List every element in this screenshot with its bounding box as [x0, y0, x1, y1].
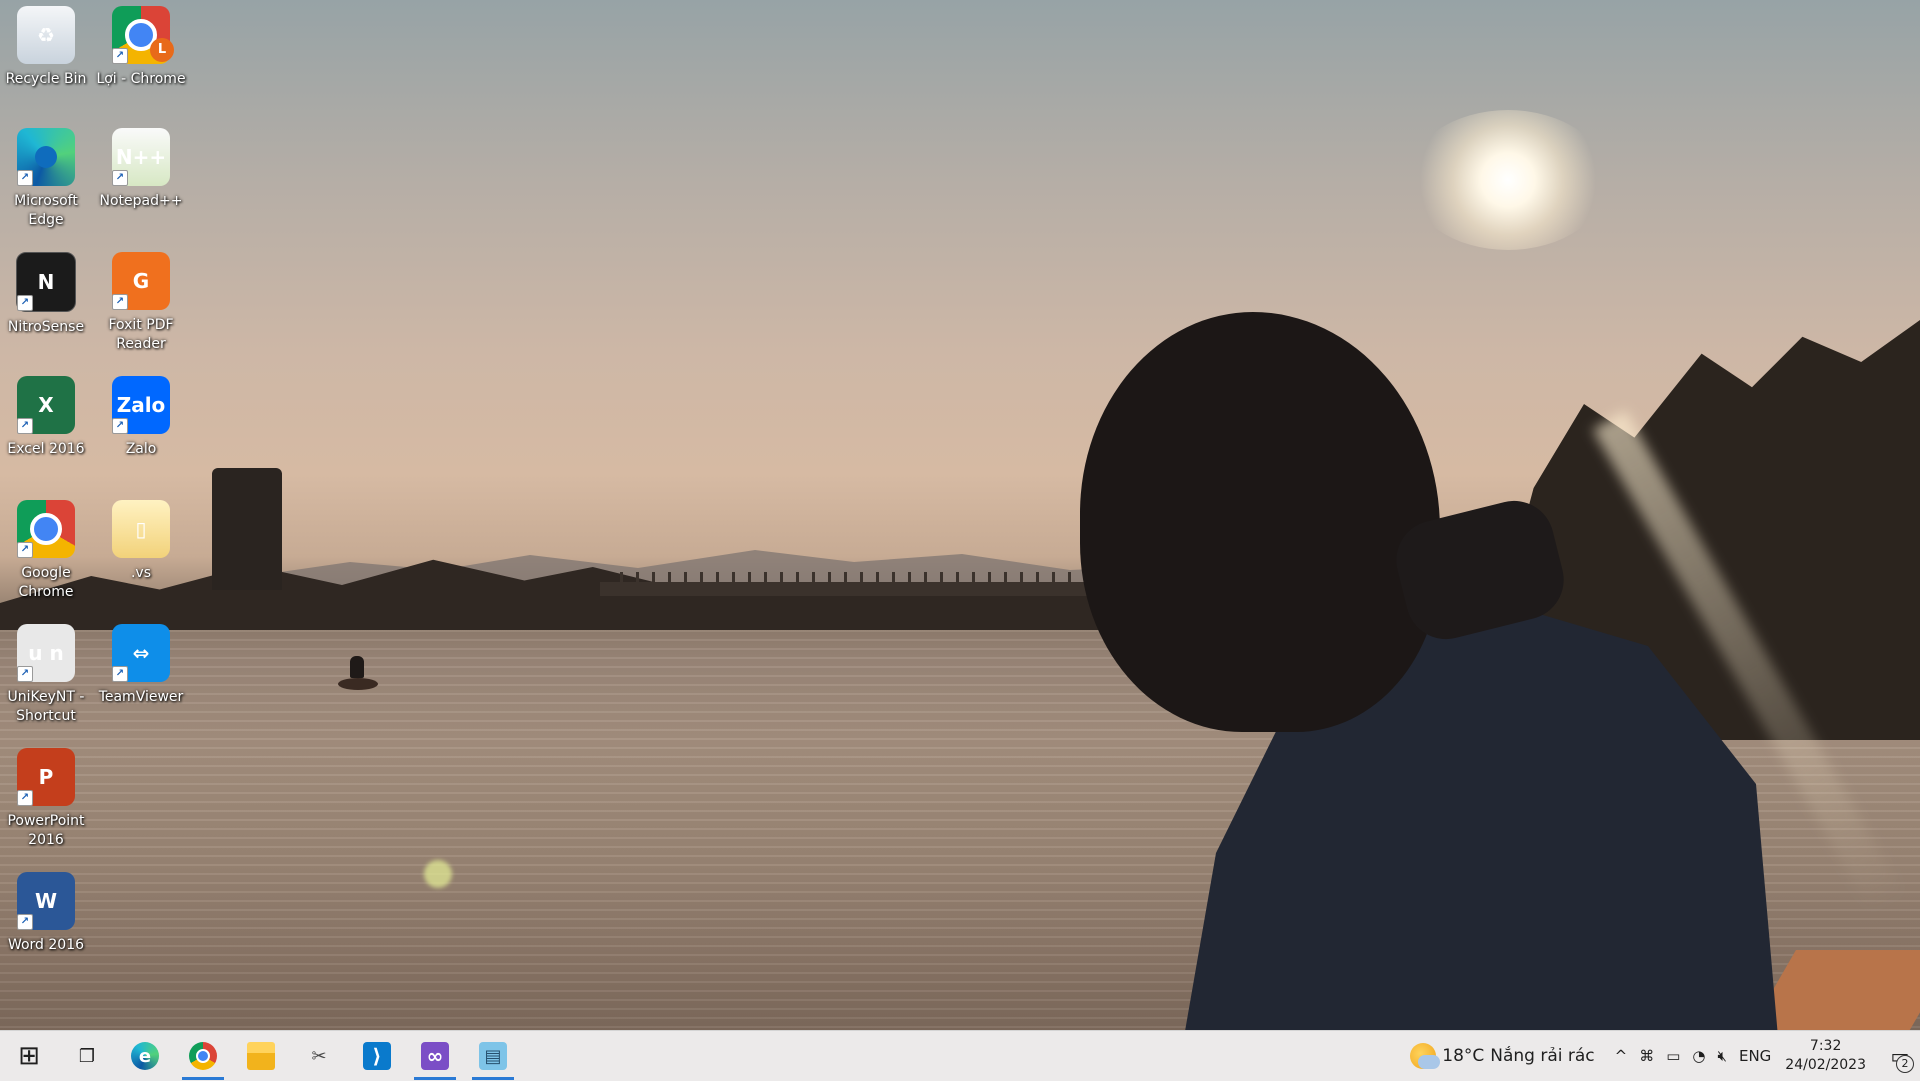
desktop-icon-notepad-plus-plus[interactable]: N++ ↗ Notepad++ [95, 128, 187, 211]
notepad-taskbar-button[interactable]: ▤ [464, 1031, 522, 1081]
chrome-icon [189, 1042, 217, 1070]
folder-icon [247, 1042, 275, 1070]
chrome-profile-icon: L ↗ [112, 6, 174, 64]
volume-muted-icon[interactable]: 🔇︎ [1718, 1047, 1727, 1065]
notepad-plus-plus-icon: N++ ↗ [112, 128, 170, 186]
weather-temp: 18°C [1442, 1046, 1485, 1066]
file-explorer-taskbar-button[interactable] [232, 1031, 290, 1081]
unikey-icon: u n ↗ [17, 624, 75, 682]
clock[interactable]: 7:32 24/02/2023 [1785, 1037, 1866, 1075]
recycle-bin-icon: ♻ [17, 6, 75, 64]
desktop-icon-loi-chrome[interactable]: L ↗ Lợi - Chrome [95, 6, 187, 89]
icon-label: Notepad++ [99, 193, 183, 209]
desktop-icon-teamviewer[interactable]: ⇔ ↗ TeamViewer [95, 624, 187, 707]
battery-icon[interactable]: ▭ [1666, 1047, 1680, 1065]
shortcut-arrow-icon: ↗ [112, 418, 128, 434]
icon-label: .vs [130, 565, 152, 581]
powerpoint-icon: P ↗ [17, 748, 75, 806]
icon-label: Foxit PDF Reader [108, 317, 174, 352]
word-icon: W ↗ [17, 872, 75, 930]
icon-label: PowerPoint 2016 [7, 813, 85, 848]
windows-logo-icon: ⊞ [18, 1041, 40, 1071]
desktop-icon-word[interactable]: W ↗ Word 2016 [0, 872, 92, 955]
clock-date: 24/02/2023 [1785, 1057, 1866, 1073]
desktop-icon-edge[interactable]: ↗ Microsoft Edge [0, 128, 92, 230]
icon-label: Word 2016 [7, 937, 85, 953]
shortcut-arrow-icon: ↗ [17, 170, 33, 186]
bridge [600, 582, 1120, 596]
teamviewer-icon: ⇔ ↗ [112, 624, 170, 682]
task-view-button[interactable]: ❐ [58, 1031, 116, 1081]
clock-time: 7:32 [1809, 1038, 1842, 1054]
edge-icon: e [131, 1042, 159, 1070]
chrome-icon: ↗ [17, 500, 75, 558]
desktop-wallpaper [0, 0, 1920, 1030]
shortcut-arrow-icon: ↗ [112, 666, 128, 682]
icon-label: Excel 2016 [7, 441, 85, 457]
shortcut-arrow-icon: ↗ [17, 295, 33, 311]
kayak [338, 678, 378, 690]
lens-flare [424, 860, 452, 888]
desktop-icon-zalo[interactable]: Zalo ↗ Zalo [95, 376, 187, 459]
visual-studio-icon: ∞ [421, 1042, 449, 1070]
notification-count: 2 [1896, 1055, 1914, 1073]
person-head-silhouette [1080, 312, 1440, 732]
taskbar: ⊞ ❐ e ✂ ⟩ ∞ ▤ 18°C Nắng rải rác ^ ⌘ ▭ ◔ … [0, 1030, 1920, 1081]
shortcut-arrow-icon: ↗ [17, 418, 33, 434]
shortcut-arrow-icon: ↗ [17, 666, 33, 682]
wifi-icon[interactable]: ◔ [1692, 1047, 1705, 1065]
shortcut-arrow-icon: ↗ [112, 170, 128, 186]
shortcut-arrow-icon: ↗ [17, 790, 33, 806]
excel-icon: X ↗ [17, 376, 75, 434]
vscode-icon: ⟩ [363, 1042, 391, 1070]
sun [1408, 110, 1608, 250]
chrome-taskbar-button[interactable] [174, 1031, 232, 1081]
shortcut-arrow-icon: ↗ [17, 914, 33, 930]
icon-label: Zalo [125, 441, 157, 457]
desktop-icon-unikey[interactable]: u n ↗ UniKeyNT - Shortcut [0, 624, 92, 726]
icon-label: Recycle Bin [5, 71, 87, 87]
shortcut-arrow-icon: ↗ [112, 294, 128, 310]
snipping-tool-icon: ✂ [311, 1045, 327, 1067]
show-hidden-icons-chevron[interactable]: ^ [1615, 1047, 1628, 1065]
icon-label: Google Chrome [18, 565, 74, 600]
icon-label: UniKeyNT - Shortcut [7, 689, 85, 724]
kayaker [350, 656, 364, 678]
zalo-icon: Zalo ↗ [112, 376, 170, 434]
edge-taskbar-button[interactable]: e [116, 1031, 174, 1081]
desktop-icon-recycle-bin[interactable]: ♻ Recycle Bin [0, 6, 92, 89]
icon-label: TeamViewer [98, 689, 184, 705]
meet-now-icon[interactable]: ⌘ [1639, 1047, 1654, 1065]
notepad-icon: ▤ [479, 1042, 507, 1070]
shortcut-arrow-icon: ↗ [112, 48, 128, 64]
weather-condition: Nắng rải rác [1490, 1046, 1595, 1066]
desktop-icon-powerpoint[interactable]: P ↗ PowerPoint 2016 [0, 748, 92, 850]
visual-studio-taskbar-button[interactable]: ∞ [406, 1031, 464, 1081]
desktop-icon-nitrosense[interactable]: N ↗ NitroSense [0, 252, 92, 337]
input-language[interactable]: ENG [1739, 1047, 1771, 1065]
weather-widget[interactable]: 18°C Nắng rải rác [1410, 1043, 1595, 1069]
icon-label: Lợi - Chrome [96, 71, 186, 87]
system-tray: 18°C Nắng rải rác ^ ⌘ ▭ ◔ 🔇︎ ENG 7:32 24… [1410, 1031, 1920, 1081]
edge-icon: ↗ [17, 128, 75, 186]
shortcut-arrow-icon: ↗ [17, 542, 33, 558]
icon-label: Microsoft Edge [14, 193, 78, 228]
water-tower [212, 468, 282, 590]
nitrosense-icon: N ↗ [16, 252, 76, 312]
desktop-icon-google-chrome[interactable]: ↗ Google Chrome [0, 500, 92, 602]
start-button[interactable]: ⊞ [0, 1031, 58, 1081]
bridge-railing [620, 572, 1120, 582]
icon-label: NitroSense [7, 319, 85, 335]
desktop-icon-vs-folder[interactable]: ▯ .vs [95, 500, 187, 583]
desktop-icon-foxit[interactable]: G ↗ Foxit PDF Reader [95, 252, 187, 354]
folder-icon: ▯ [112, 500, 170, 558]
foxit-pdf-icon: G ↗ [112, 252, 170, 310]
partly-sunny-icon [1410, 1043, 1441, 1069]
task-view-icon: ❐ [78, 1045, 96, 1067]
vscode-taskbar-button[interactable]: ⟩ [348, 1031, 406, 1081]
desktop-icon-excel[interactable]: X ↗ Excel 2016 [0, 376, 92, 459]
snipping-tool-taskbar-button[interactable]: ✂ [290, 1031, 348, 1081]
action-center-button[interactable]: ▭ 2 [1880, 1031, 1920, 1081]
